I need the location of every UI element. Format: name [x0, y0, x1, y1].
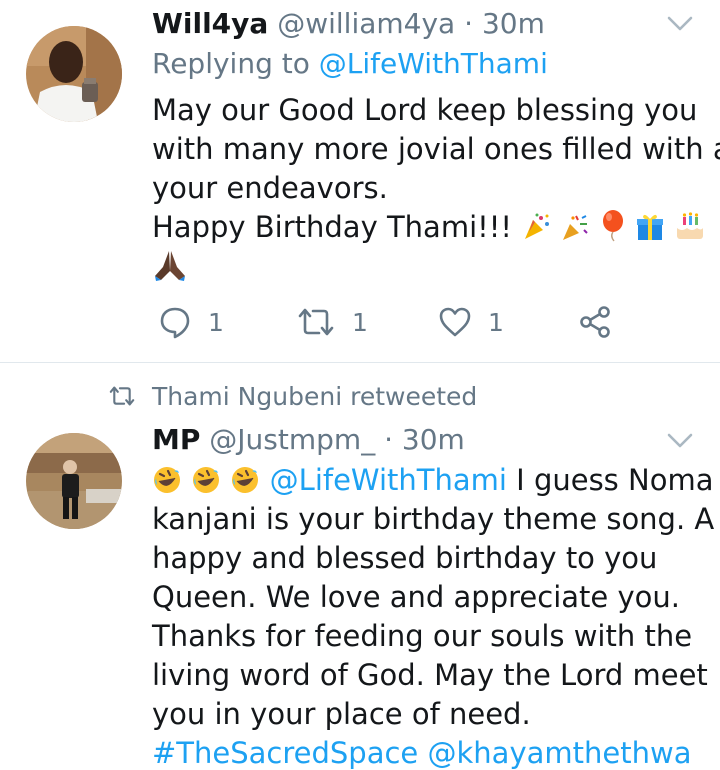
tweet-actions: 1 1 1 [158, 302, 618, 342]
tweet-will4ya[interactable]: Will4ya @william4ya · 30m Replying to @L… [0, 0, 720, 362]
avatar-will4ya[interactable] [26, 26, 122, 122]
mention-link[interactable]: @khayamthethwa [428, 736, 692, 770]
share-icon [580, 306, 610, 338]
tweet-text-fragment: I guess Noma [516, 463, 714, 497]
tweet-header: Will4ya @william4ya · 30m [152, 6, 545, 42]
tweet-text-line: you in your place of need. [152, 697, 531, 731]
retweeted-by-text[interactable]: Thami Ngubeni retweeted [152, 382, 477, 411]
birthday-cake-emoji [677, 212, 704, 239]
reply-button[interactable]: 1 [158, 302, 224, 342]
tweet-text-line: May our Good Lord keep blessing you [152, 93, 698, 127]
tweet-text-line: Happy Birthday Thami!!! [152, 208, 704, 247]
tweet-text-line: Thanks for feeding our souls with the [152, 619, 693, 653]
tweet-text-line: with many more jovial ones filled with a… [152, 132, 720, 166]
folded-hands-emoji [155, 251, 185, 281]
replying-to-label: Replying to [152, 47, 310, 80]
timestamp[interactable]: 30m [402, 423, 465, 456]
gift-emoji [636, 214, 663, 240]
author-name[interactable]: Will4ya [152, 7, 268, 40]
like-count: 1 [488, 307, 504, 337]
heart-icon [439, 307, 471, 337]
rolling-laughing-emoji [193, 467, 220, 493]
separator-dot: · [464, 7, 474, 40]
author-handle[interactable]: @william4ya [277, 7, 455, 40]
party-popper-emoji [525, 213, 550, 239]
mention-link[interactable]: @LifeWithThami [270, 463, 507, 497]
author-name[interactable]: MP [152, 423, 200, 456]
retweet-banner: Thami Ngubeni retweeted [108, 379, 477, 413]
retweet-count: 1 [352, 307, 368, 337]
retweet-icon [298, 308, 334, 336]
replying-to-mention[interactable]: @LifeWithThami [319, 47, 548, 80]
confetti-emoji [563, 215, 589, 240]
chevron-down-icon[interactable] [666, 431, 694, 451]
tweet-text-line: #TheSacredSpace @khayamthethwa [152, 734, 700, 770]
birthday-text: Happy Birthday Thami!!! [152, 210, 513, 244]
hashtag-link[interactable]: #TheSacredSpace [152, 736, 418, 770]
tweet-text-line: Queen. We love and appreciate you. [152, 580, 680, 614]
chevron-down-icon[interactable] [666, 14, 694, 34]
tweet-text-line: your endeavors. [152, 171, 388, 205]
like-button[interactable]: 1 [438, 302, 504, 342]
share-button[interactable] [578, 302, 612, 342]
tweet-text-line: kanjani is your birthday theme song. A [152, 502, 715, 536]
author-handle[interactable]: @Justmpm_ [209, 423, 375, 456]
tweet-text: @LifeWithThami I guess Noma kanjani is y… [152, 461, 715, 770]
tweet-header: MP @Justmpm_ · 30m [152, 422, 465, 458]
tweet-text: May our Good Lord keep blessing you with… [152, 91, 720, 286]
reply-icon [160, 307, 190, 339]
separator-dot: · [384, 423, 394, 456]
tweet-text-line [152, 247, 700, 286]
tweet-text-line: @LifeWithThami I guess Noma [152, 461, 713, 500]
balloon-emoji [602, 210, 623, 242]
tweet-text-line: happy and blessed birthday to you [152, 541, 658, 575]
rolling-laughing-emoji [154, 467, 180, 493]
timestamp[interactable]: 30m [482, 7, 545, 40]
tweet-mp[interactable]: Thami Ngubeni retweeted MP @Justmpm_ · 3… [0, 363, 720, 770]
rolling-laughing-emoji [232, 467, 259, 493]
retweet-button[interactable]: 1 [296, 302, 368, 342]
tweet-text-line: living word of God. May the Lord meet [152, 658, 708, 692]
replying-to: Replying to @LifeWithThami [152, 46, 548, 82]
reply-count: 1 [208, 307, 224, 337]
avatar-mp[interactable] [26, 433, 122, 529]
retweet-icon [109, 386, 135, 406]
